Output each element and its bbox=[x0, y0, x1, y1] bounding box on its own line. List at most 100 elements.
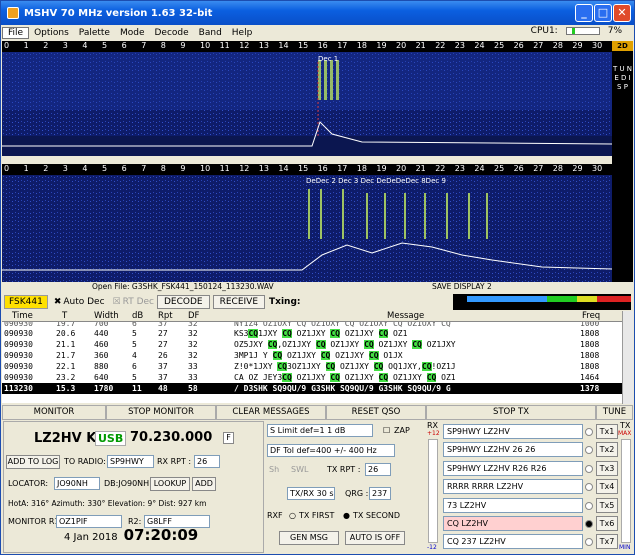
stop-tx-button[interactable]: STOP TX bbox=[426, 405, 596, 420]
app-window: MSHV 70 MHz version 1.63 32-bit _ □ ✕ Fi… bbox=[0, 0, 635, 555]
tx-level-slider[interactable] bbox=[621, 439, 631, 543]
menu-help[interactable]: Help bbox=[227, 28, 258, 38]
rx-min-label: -12 bbox=[427, 544, 437, 551]
add-to-log-button[interactable]: ADD TO LOG bbox=[6, 455, 60, 469]
side-panel[interactable]: 2D T U N E D I S P bbox=[612, 41, 633, 285]
table-row[interactable]: 090930 22.1 880 6 37 33 Z!0*1JXY CQ3OZ1JXY CQ … bbox=[2, 361, 622, 372]
decode-table[interactable]: 090930 19.7 700 6 37 32 NY1Z4 OZ1OXY CQ OZ1OXY… bbox=[2, 322, 622, 403]
col-message[interactable]: Message bbox=[387, 311, 424, 321]
table-row[interactable]: 113230 15.3 1780 11 48 58 / D3SHK SQ9QU/9 G3SH… bbox=[2, 383, 622, 394]
tx-select-radio[interactable] bbox=[585, 538, 593, 547]
menu-palette[interactable]: Palette bbox=[74, 28, 115, 38]
tx-first-radio[interactable]: ○ bbox=[289, 511, 296, 520]
stop-monitor-button[interactable]: STOP MONITOR bbox=[106, 405, 216, 420]
menu-file[interactable]: File bbox=[2, 27, 30, 39]
swl-label[interactable]: SWL bbox=[291, 465, 308, 474]
tx1-button[interactable]: Tx1 bbox=[596, 424, 618, 439]
gen-msg-button[interactable]: GEN MSG bbox=[279, 531, 339, 545]
rx-rpt-input[interactable]: 26 bbox=[194, 455, 220, 468]
table-row[interactable]: 090930 21.7 360 4 26 32 3MP1J Y CQ OZ1JXY CQ O… bbox=[2, 350, 622, 361]
ruler-tick: 19 bbox=[376, 41, 387, 50]
col-t[interactable]: T bbox=[62, 311, 67, 321]
tx-rpt-input[interactable]: 26 bbox=[365, 463, 391, 476]
tx-second-radio[interactable]: ● bbox=[343, 511, 350, 520]
maximize-button[interactable]: □ bbox=[594, 4, 612, 22]
reset-qso-button[interactable]: RESET QSO bbox=[326, 405, 426, 420]
tx-select-radio[interactable] bbox=[585, 446, 593, 455]
table-cell: 20.6 bbox=[56, 329, 76, 338]
col-time[interactable]: Time bbox=[12, 311, 33, 321]
waterfall-display-2[interactable]: DeDec 2 Dec 3 Dec DeDeDeDec 8Dec 9 bbox=[2, 175, 612, 282]
tx-message-2[interactable]: SP9HWY LZ2HV 26 26 bbox=[443, 442, 583, 458]
zap-checkbox[interactable]: ☐ bbox=[383, 426, 390, 435]
tx-message-3[interactable]: SP9HWY LZ2HV R26 R26 bbox=[443, 460, 583, 476]
tx4-button[interactable]: Tx4 bbox=[596, 479, 618, 495]
tx3-button[interactable]: Tx3 bbox=[596, 460, 618, 476]
rt-dec-checkbox[interactable]: ☒ bbox=[113, 297, 121, 307]
close-button[interactable]: ✕ bbox=[613, 4, 631, 22]
locator-input[interactable]: JO90NH bbox=[54, 477, 100, 490]
sh-label[interactable]: Sh bbox=[269, 465, 279, 474]
save-display-text[interactable]: SAVE DISPLAY 2 bbox=[432, 282, 492, 291]
tx-message-4[interactable]: RRRR RRRR LZ2HV bbox=[443, 479, 583, 495]
df-tol-field[interactable]: DF Tol def=400 +/- 400 Hz bbox=[267, 444, 395, 457]
rx-label: RX bbox=[427, 421, 439, 430]
tx-message-5[interactable]: 73 LZ2HV bbox=[443, 497, 583, 513]
txrx-period[interactable]: TX/RX 30 s bbox=[287, 487, 335, 500]
tx6-button[interactable]: Tx6 bbox=[596, 516, 618, 531]
ruler-tick: 5 bbox=[102, 164, 108, 173]
col-df[interactable]: DF bbox=[188, 311, 199, 321]
table-row[interactable]: 090930 21.1 460 5 27 32 OZ5JXY CQ,OZ1JXY CQ OZ… bbox=[2, 339, 622, 350]
col-freq[interactable]: Freq bbox=[582, 311, 600, 321]
table-row[interactable]: 090930 23.2 640 5 37 33 CA OZ JEY3CQ OZ1JXY CQ… bbox=[2, 372, 622, 383]
ruler-tick: 25 bbox=[494, 41, 505, 50]
freq-f-button[interactable]: F bbox=[223, 432, 234, 444]
rx-level-slider[interactable] bbox=[428, 439, 438, 543]
table-cell: 1780 bbox=[94, 384, 114, 393]
add-button[interactable]: ADD bbox=[192, 477, 216, 491]
tx-select-radio[interactable] bbox=[585, 428, 593, 436]
tx-message-1[interactable]: SP9HWY LZ2HV bbox=[443, 424, 583, 439]
auto-dec-icon[interactable]: ✖ bbox=[54, 297, 62, 307]
waterfall-display-1[interactable]: Dec 1 bbox=[2, 52, 612, 156]
tx-select-radio[interactable] bbox=[585, 501, 593, 510]
txing-label: Txing: bbox=[269, 297, 301, 307]
menu-mode[interactable]: Mode bbox=[115, 28, 150, 38]
mode-badge[interactable]: FSK441 bbox=[4, 295, 48, 309]
menu-band[interactable]: Band bbox=[194, 28, 227, 38]
col-width[interactable]: Width bbox=[94, 311, 119, 321]
tx-message-6[interactable]: CQ LZ2HV bbox=[443, 516, 583, 531]
table-row[interactable]: 090930 20.6 440 5 27 32 KS3CQ1JXY CQ OZ1JXY CQ… bbox=[2, 328, 622, 339]
tx2-button[interactable]: Tx2 bbox=[596, 442, 618, 458]
tx-select-radio[interactable] bbox=[585, 520, 593, 528]
rxf-label[interactable]: RXF bbox=[267, 511, 283, 520]
menu-decode[interactable]: Decode bbox=[150, 28, 194, 38]
col-rpt[interactable]: Rpt bbox=[158, 311, 173, 321]
table-cell: 22.1 bbox=[56, 362, 76, 371]
s-limit-field[interactable]: S Limit def=1 1 dB bbox=[267, 424, 373, 437]
lookup-button[interactable]: LOOKUP bbox=[150, 477, 190, 491]
tx5-button[interactable]: Tx5 bbox=[596, 497, 618, 513]
decode-button[interactable]: DECODE bbox=[157, 295, 210, 309]
to-radio-input[interactable]: SP9HWY bbox=[107, 455, 154, 468]
table-cell: 37 bbox=[158, 322, 168, 328]
tx-select-radio[interactable] bbox=[585, 464, 593, 473]
tx7-button[interactable]: Tx7 bbox=[596, 534, 618, 550]
receive-button[interactable]: RECEIVE bbox=[212, 295, 266, 309]
table-cell: 090930 bbox=[4, 373, 33, 382]
mode-usb[interactable]: USB bbox=[95, 431, 127, 446]
table-cell: 3MP1J Y CQ OZ1JXY CQ OZ1JXY CQ O1JX bbox=[234, 351, 403, 360]
col-db[interactable]: dB bbox=[132, 311, 143, 321]
qrg-input[interactable]: 237 bbox=[369, 487, 391, 500]
tx-select-radio[interactable] bbox=[585, 483, 593, 492]
auto-off-button[interactable]: AUTO IS OFF bbox=[345, 531, 405, 545]
table-scrollbar[interactable] bbox=[622, 311, 633, 404]
tune-disp-label: T U N E D I S P bbox=[612, 65, 633, 91]
tune-button[interactable]: TUNE bbox=[596, 405, 633, 420]
monitor-button[interactable]: MONITOR bbox=[2, 405, 106, 420]
menu-options[interactable]: Options bbox=[29, 28, 74, 38]
table-cell: 32 bbox=[188, 329, 198, 338]
minimize-button[interactable]: _ bbox=[575, 4, 593, 22]
tx-message-7[interactable]: CQ 237 LZ2HV bbox=[443, 534, 583, 550]
clear-messages-button[interactable]: CLEAR MESSAGES bbox=[216, 405, 326, 420]
